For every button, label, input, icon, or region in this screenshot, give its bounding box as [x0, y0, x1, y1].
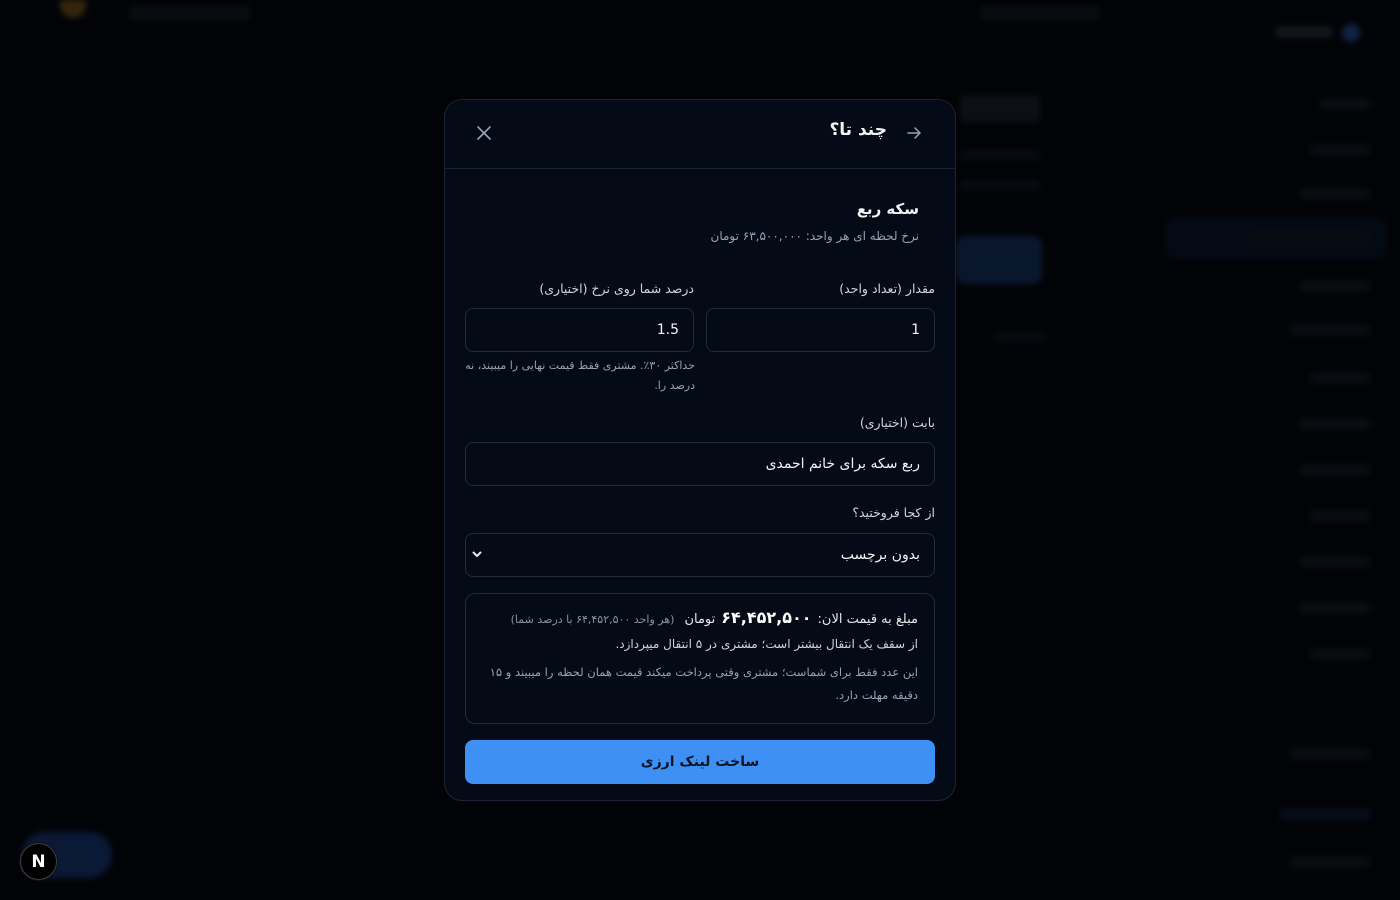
close-icon — [477, 126, 491, 140]
percent-value: 1.5 — [656, 322, 679, 338]
back-button[interactable] — [901, 121, 927, 145]
reason-input[interactable]: ربع سکه برای خانم احمدی — [465, 442, 935, 486]
dialog-title: چند تا؟ — [829, 120, 887, 140]
quantity-label: مقدار (تعداد واحد) — [839, 281, 935, 296]
dev-indicator-button[interactable]: N — [20, 843, 57, 880]
source-selected: بدون برچسب — [840, 547, 920, 563]
dev-indicator-label: N — [31, 851, 46, 872]
arrow-right-icon — [907, 127, 921, 139]
quantity-dialog: چند تا؟ سکه ربع نرخ لحظه ای هر واحد: ۶۳,… — [444, 99, 956, 801]
summary-note: (هر واحد ۶۴,۴۵۲,۵۰۰ با درصد شما) — [510, 613, 675, 626]
percent-label: درصد شما روی نرخ (اختیاری) — [539, 281, 694, 296]
summary-info: این عدد فقط برای شماست؛ مشتری وقتی پرداخ… — [489, 665, 918, 702]
percent-hint: حداکثر ۳۰٪. مشتری فقط قیمت نهایی را میبی… — [465, 359, 695, 392]
source-label: از کجا فروختید؟ — [852, 505, 935, 520]
product-name: سکه ربع — [856, 200, 919, 218]
source-select[interactable]: بدون برچسب — [465, 533, 935, 577]
create-link-button[interactable]: ساخت لینک ارزی — [465, 740, 935, 784]
summary-transfer-note: از سقف یک انتقال بیشتر است؛ مشتری در ۵ ا… — [615, 637, 918, 651]
quantity-input[interactable]: 1 — [706, 308, 935, 352]
summary-unit: تومان — [684, 612, 716, 627]
reason-label: بابت (اختیاری) — [859, 415, 935, 430]
price-summary: مبلغ به قیمت الان: ۶۴,۴۵۲,۵۰۰ تومان (هر … — [465, 593, 935, 724]
percent-input[interactable]: 1.5 — [465, 308, 694, 352]
close-button[interactable] — [471, 120, 497, 146]
quantity-value: 1 — [911, 322, 920, 338]
chevron-down-icon — [472, 551, 482, 557]
summary-amount: ۶۴,۴۵۲,۵۰۰ — [721, 608, 812, 627]
reason-value: ربع سکه برای خانم احمدی — [765, 456, 920, 472]
summary-label: مبلغ به قیمت الان: — [817, 612, 918, 627]
product-rate: نرخ لحظه ای هر واحد: ۶۳,۵۰۰,۰۰۰ تومان — [710, 229, 919, 243]
dialog-header: چند تا؟ — [445, 100, 955, 169]
summary-amount-line: مبلغ به قیمت الان: ۶۴,۴۵۲,۵۰۰ تومان (هر … — [482, 608, 918, 627]
